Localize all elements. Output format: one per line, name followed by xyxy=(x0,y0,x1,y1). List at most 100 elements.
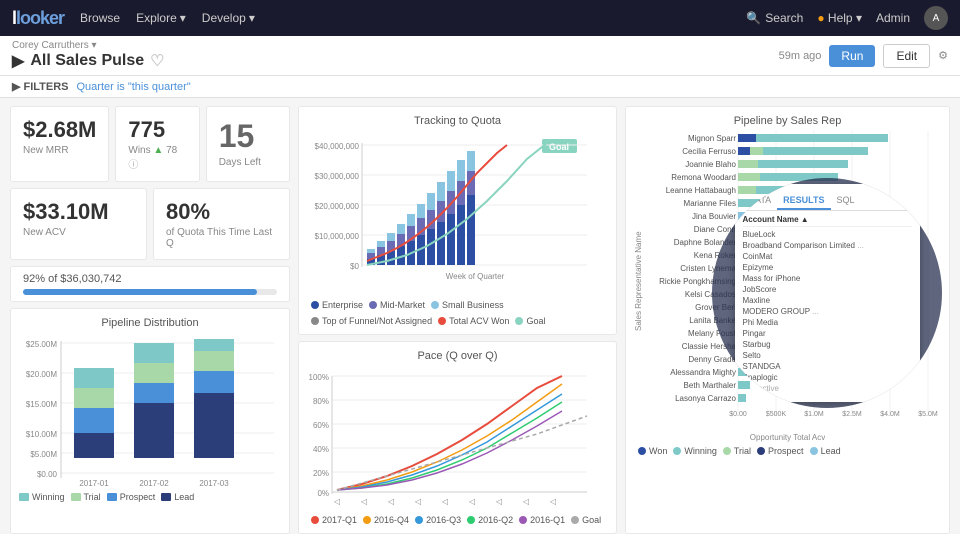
days-card: 15 Days Left xyxy=(206,106,290,182)
left-column: $2.68M New MRR 775 Wins ▲ 78 ⓘ 15 Days L… xyxy=(10,106,290,534)
svg-text:Leanne Hattabaugh: Leanne Hattabaugh xyxy=(666,186,736,195)
modal-row-pingar: Pingar xyxy=(743,328,912,339)
modal-table-header: Account Name ▲ xyxy=(743,215,912,227)
x-axis-label: Opportunity Total Acv xyxy=(634,433,941,442)
svg-text:$4.0M: $4.0M xyxy=(880,411,900,418)
pipeline-dist-title: Pipeline Distribution xyxy=(19,317,281,329)
modal-row-snaplogic: Snaplogic xyxy=(743,372,912,383)
pipeline-rep-title: Pipeline by Sales Rep xyxy=(634,115,941,127)
quota-bar-fill xyxy=(23,289,257,295)
kpi-row-1: $2.68M New MRR 775 Wins ▲ 78 ⓘ 15 Days L… xyxy=(10,106,290,182)
modal-row-phi: Phi Media xyxy=(743,317,912,328)
svg-text:$25.00M: $25.00M xyxy=(26,340,57,349)
tracking-card: Tracking to Quota Goal $40,000,000 $30,0… xyxy=(298,106,617,335)
acv-label: New ACV xyxy=(23,227,134,238)
admin-menu[interactable]: Admin xyxy=(876,11,910,25)
main-content: $2.68M New MRR 775 Wins ▲ 78 ⓘ 15 Days L… xyxy=(0,98,960,530)
svg-text:$0: $0 xyxy=(350,262,359,271)
legend-2017q1: 2017-Q1 xyxy=(311,515,357,525)
svg-text:◁: ◁ xyxy=(388,497,395,506)
modal-row-mass: Mass for iPhone xyxy=(743,273,912,284)
legend-lead-rep: Lead xyxy=(810,446,841,456)
tracking-chart: Goal $40,000,000 $30,000,000 $20,000,000… xyxy=(307,131,597,296)
legend-trial: Trial xyxy=(71,492,101,502)
edit-button[interactable]: Edit xyxy=(883,44,930,68)
days-label: Days Left xyxy=(219,157,277,168)
wins-value: 775 xyxy=(128,117,186,143)
user-avatar[interactable]: A xyxy=(924,6,948,30)
svg-text:$500K: $500K xyxy=(766,411,787,418)
settings-icon[interactable]: ⚙ xyxy=(938,49,948,62)
legend-winning: Winning xyxy=(19,492,65,502)
svg-text:$20,000,000: $20,000,000 xyxy=(315,202,360,211)
y-axis-label: Sales Representative Name xyxy=(634,131,646,431)
filter-value[interactable]: Quarter is "this quarter" xyxy=(76,81,190,93)
days-value: 15 xyxy=(219,117,277,155)
legend-lead: Lead xyxy=(161,492,194,502)
pace-chart: 100% 80% 60% 40% 20% 0% xyxy=(307,366,597,511)
svg-text:$0.00: $0.00 xyxy=(37,470,58,479)
mrr-card: $2.68M New MRR xyxy=(10,106,109,182)
search-label: Search xyxy=(765,11,803,25)
modal-tab-results[interactable]: RESULTS xyxy=(777,192,830,210)
svg-text:Denny Grade: Denny Grade xyxy=(688,355,736,364)
quota-label: of Quota This Time Last Q xyxy=(166,227,277,249)
mrr-value: $2.68M xyxy=(23,117,96,143)
svg-text:$1.0M: $1.0M xyxy=(804,411,824,418)
svg-text:$10,000,000: $10,000,000 xyxy=(315,232,360,241)
top-nav: llooker Browse Explore ▾ Develop ▾ 🔍 Sea… xyxy=(0,0,960,36)
modal-table-body: BlueLock Broadband Comparison Limited ..… xyxy=(743,229,912,394)
title-area: Corey Carruthers ▾ ▶ All Sales Pulse ♡ xyxy=(12,40,165,71)
modal-row-standga: STANDGA xyxy=(743,361,912,372)
svg-text:$5.00M: $5.00M xyxy=(30,450,57,459)
run-button[interactable]: Run xyxy=(829,45,875,67)
nav-explore[interactable]: Explore ▾ xyxy=(136,11,186,25)
modal-tab-sql[interactable]: SQL xyxy=(831,192,861,210)
pipeline-rep-legend: Won Winning Trial Prospect Lead xyxy=(634,446,941,456)
svg-text:20%: 20% xyxy=(313,469,329,478)
quota-pct: 80% xyxy=(166,199,277,225)
svg-text:$40,000,000: $40,000,000 xyxy=(315,142,360,151)
help-menu[interactable]: ● Help ▾ xyxy=(817,11,862,25)
svg-text:Remona Woodard: Remona Woodard xyxy=(671,173,736,182)
svg-text:Marianne Files: Marianne Files xyxy=(684,199,736,208)
svg-text:$30,000,000: $30,000,000 xyxy=(315,172,360,181)
quota-sub-card: 92% of $36,030,742 xyxy=(10,266,290,302)
mrr-label: New MRR xyxy=(23,145,96,156)
legend-2016q1: 2016-Q1 xyxy=(519,515,565,525)
svg-text:Goal: Goal xyxy=(549,142,569,152)
svg-text:$20.00M: $20.00M xyxy=(26,370,57,379)
wins-label: Wins ▲ 78 ⓘ xyxy=(128,145,186,171)
legend-goal: Goal xyxy=(515,316,545,326)
nav-develop[interactable]: Develop ▾ xyxy=(202,11,255,25)
svg-text:Mignon Sparr: Mignon Sparr xyxy=(688,134,736,143)
svg-text:Jina Bouvier: Jina Bouvier xyxy=(692,212,736,221)
svg-text:$15.00M: $15.00M xyxy=(26,400,57,409)
legend-total-acv: Total ACV Won xyxy=(438,316,509,326)
pace-title: Pace (Q over Q) xyxy=(307,350,608,362)
legend-2016q2: 2016-Q2 xyxy=(467,515,513,525)
pace-card: Pace (Q over Q) 100% 80% 60% 40% 20% 0% xyxy=(298,341,617,534)
favorite-icon[interactable]: ♡ xyxy=(150,51,164,71)
modal-row-bluelock: BlueLock xyxy=(743,229,912,240)
modal-row-starbug: Starbug xyxy=(743,339,912,350)
pipeline-dist-card: Pipeline Distribution $25.00M $20.00M $1… xyxy=(10,308,290,534)
svg-text:◁: ◁ xyxy=(523,497,530,506)
search-area[interactable]: 🔍 Search xyxy=(746,11,803,25)
legend-2016q3: 2016-Q3 xyxy=(415,515,461,525)
modal-overlay: DATA RESULTS SQL Account Name ▲ BlueLock… xyxy=(712,178,942,408)
modal-row-maxline: Maxline xyxy=(743,295,912,306)
modal-panel: DATA RESULTS SQL Account Name ▲ BlueLock… xyxy=(735,184,920,402)
modal-row-epizyme: Epizyme xyxy=(743,262,912,273)
acv-value: $33.10M xyxy=(23,199,134,225)
quota-sub-value: 92% of $36,030,742 xyxy=(23,273,121,285)
legend-top-funnel: Top of Funnel/Not Assigned xyxy=(311,316,432,326)
svg-text:◁: ◁ xyxy=(442,497,449,506)
svg-text:◁: ◁ xyxy=(334,497,341,506)
svg-text:$2.5M: $2.5M xyxy=(842,411,862,418)
svg-text:Alessandra Mighty: Alessandra Mighty xyxy=(670,368,736,377)
wins-change: 78 xyxy=(166,145,177,156)
svg-text:◁: ◁ xyxy=(550,497,557,506)
svg-text:◁: ◁ xyxy=(361,497,368,506)
nav-browse[interactable]: Browse xyxy=(80,11,120,25)
